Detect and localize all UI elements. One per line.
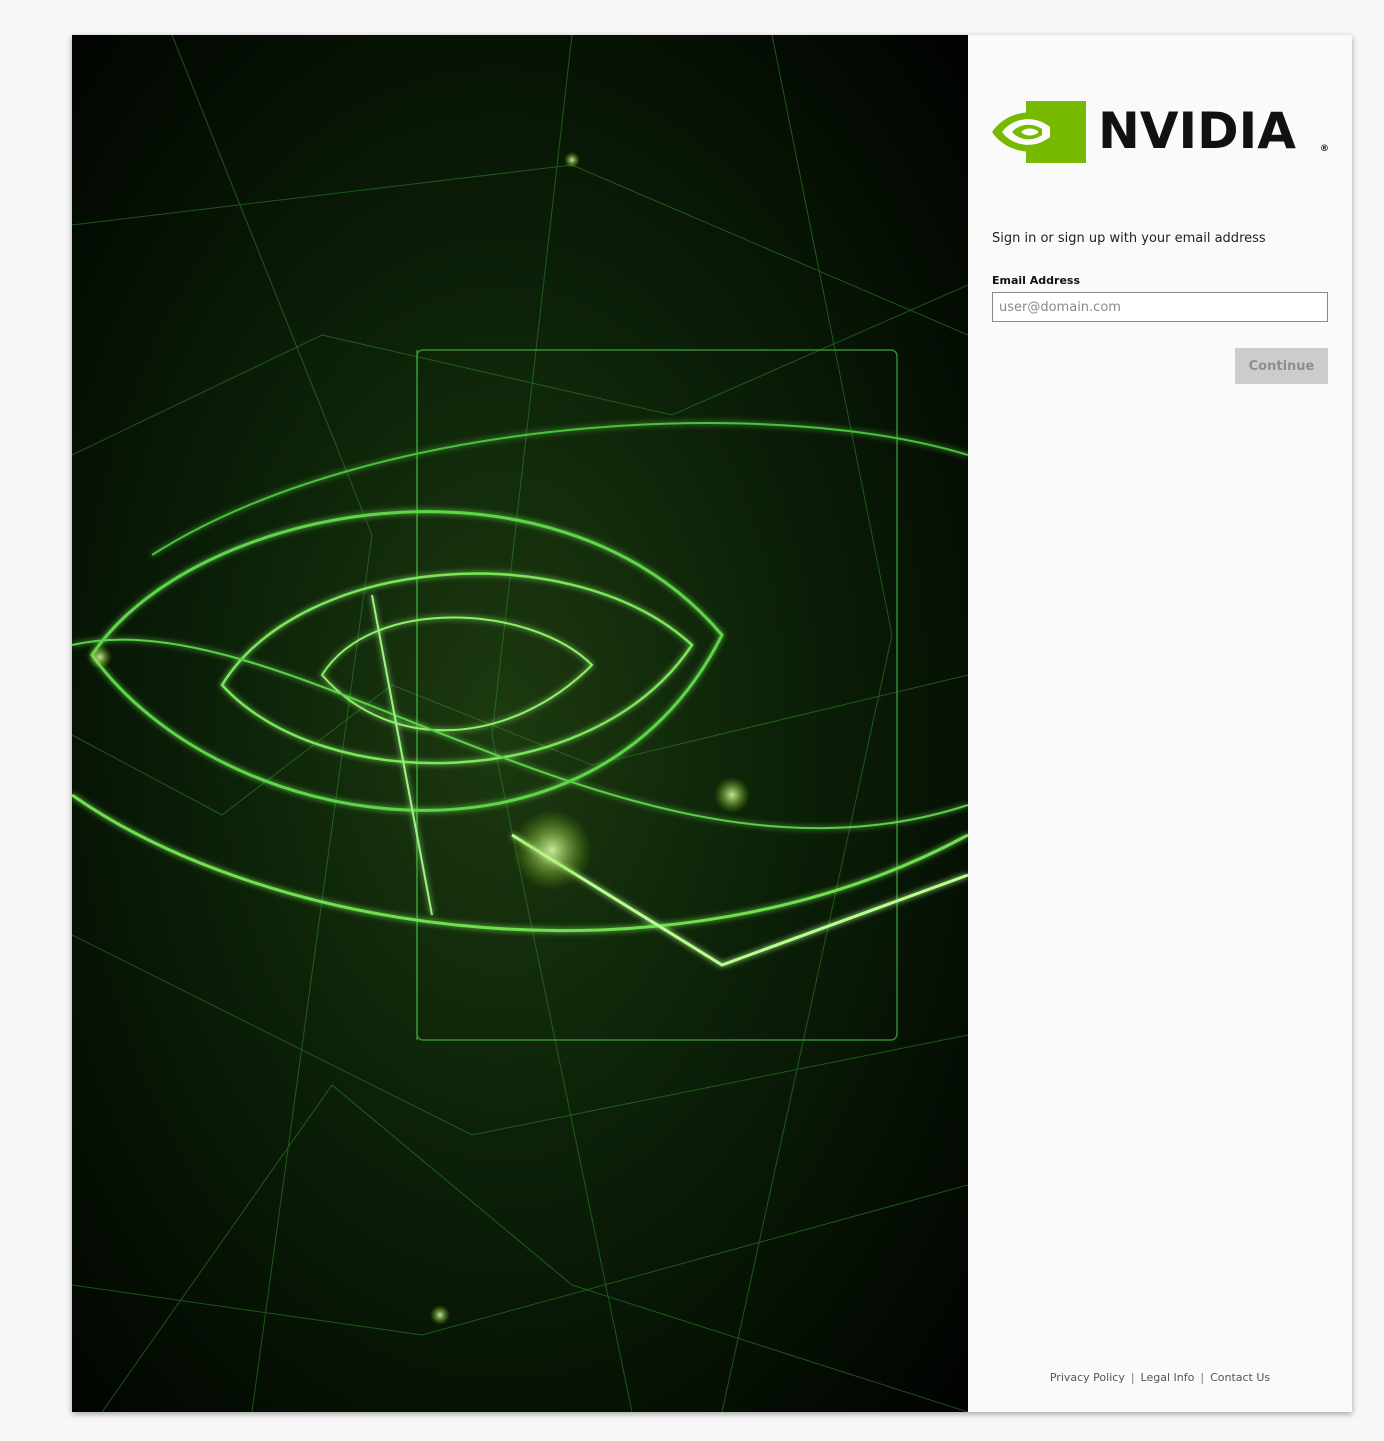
contact-us-link[interactable]: Contact Us: [1210, 1371, 1270, 1384]
signin-panel: NVIDIA ® Sign in or sign up with your em…: [968, 35, 1352, 1412]
legal-info-link[interactable]: Legal Info: [1141, 1371, 1195, 1384]
nvidia-eye-logo-icon: [992, 101, 1086, 163]
email-label: Email Address: [992, 274, 1081, 287]
hero-artwork: [72, 35, 968, 1412]
privacy-policy-link[interactable]: Privacy Policy: [1050, 1371, 1125, 1384]
footer-separator: |: [1130, 1371, 1135, 1384]
registered-mark: ®: [1320, 144, 1329, 154]
nvidia-wordmark: NVIDIA: [1098, 102, 1296, 160]
nvidia-logo: NVIDIA ®: [992, 101, 1329, 163]
footer-separator: |: [1200, 1371, 1205, 1384]
signin-prompt: Sign in or sign up with your email addre…: [992, 231, 1266, 246]
email-input[interactable]: [992, 292, 1328, 322]
login-card: NVIDIA ® Sign in or sign up with your em…: [72, 35, 1352, 1412]
continue-button[interactable]: Continue: [1235, 348, 1328, 384]
footer-links: Privacy Policy | Legal Info | Contact Us: [968, 1371, 1352, 1384]
hero-artwork-graphic: [72, 35, 968, 1412]
